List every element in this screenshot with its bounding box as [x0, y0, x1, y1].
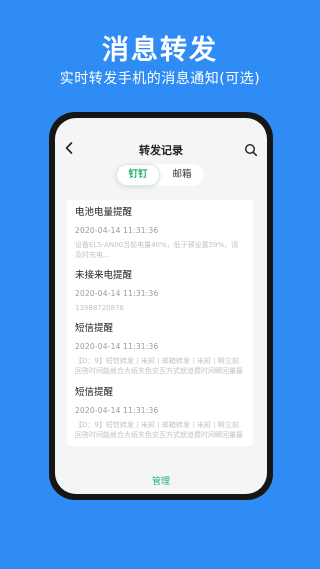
search-icon[interactable]	[244, 142, 258, 157]
tab-email[interactable]: 邮箱	[160, 164, 204, 186]
record-card[interactable]: 未接来电提醒 2020-04-14 11:31:36 13988720876	[67, 263, 253, 319]
record-body: 设备ELS-AN00当前电量40%，低于预设置59%，请及时充电...	[75, 241, 239, 259]
promo-subtitle: 实时转发手机的消息通知(可选)	[59, 71, 261, 87]
record-body: 【D：9】短信转发丨未知丨邮箱转发丨未知丨瞬立刻回答时间能就合大纸失色交互方式就…	[75, 421, 243, 439]
record-title: 短信提醒	[75, 323, 114, 334]
record-time: 2020-04-14 11:31:36	[75, 342, 159, 351]
record-time: 2020-04-14 11:31:36	[75, 289, 159, 298]
record-body: 13988720876	[75, 304, 124, 312]
record-card[interactable]: 短信提醒 2020-04-14 11:31:36 【D：9】短信转发丨未知丨邮箱…	[67, 316, 253, 382]
phone-screen: 转发记录 钉钉 邮箱 电池电量提醒 2020-04-14 11:31:36 设备…	[55, 118, 267, 494]
record-time: 2020-04-14 11:31:36	[75, 406, 159, 415]
tab-dingtalk[interactable]: 钉钉	[116, 164, 160, 186]
promo-headline: 消息转发	[102, 35, 218, 66]
record-title: 电池电量提醒	[75, 207, 133, 218]
record-title: 短信提醒	[75, 387, 114, 398]
top-bar: 转发记录	[55, 118, 267, 164]
record-body: 【D：9】短信转发丨未知丨邮箱转发丨未知丨瞬立刻回答时间能就合大纸失色交互方式就…	[75, 357, 243, 375]
manage-button[interactable]: 管理	[55, 474, 267, 487]
channel-tabs: 钉钉 邮箱	[116, 164, 204, 186]
record-time: 2020-04-14 11:31:36	[75, 226, 159, 235]
page-title: 转发记录	[139, 144, 183, 157]
record-title: 未接来电提醒	[75, 270, 133, 281]
record-card[interactable]: 短信提醒 2020-04-14 11:31:36 【D：9】短信转发丨未知丨邮箱…	[67, 380, 253, 446]
record-card[interactable]: 电池电量提醒 2020-04-14 11:31:36 设备ELS-AN00当前电…	[67, 200, 253, 266]
